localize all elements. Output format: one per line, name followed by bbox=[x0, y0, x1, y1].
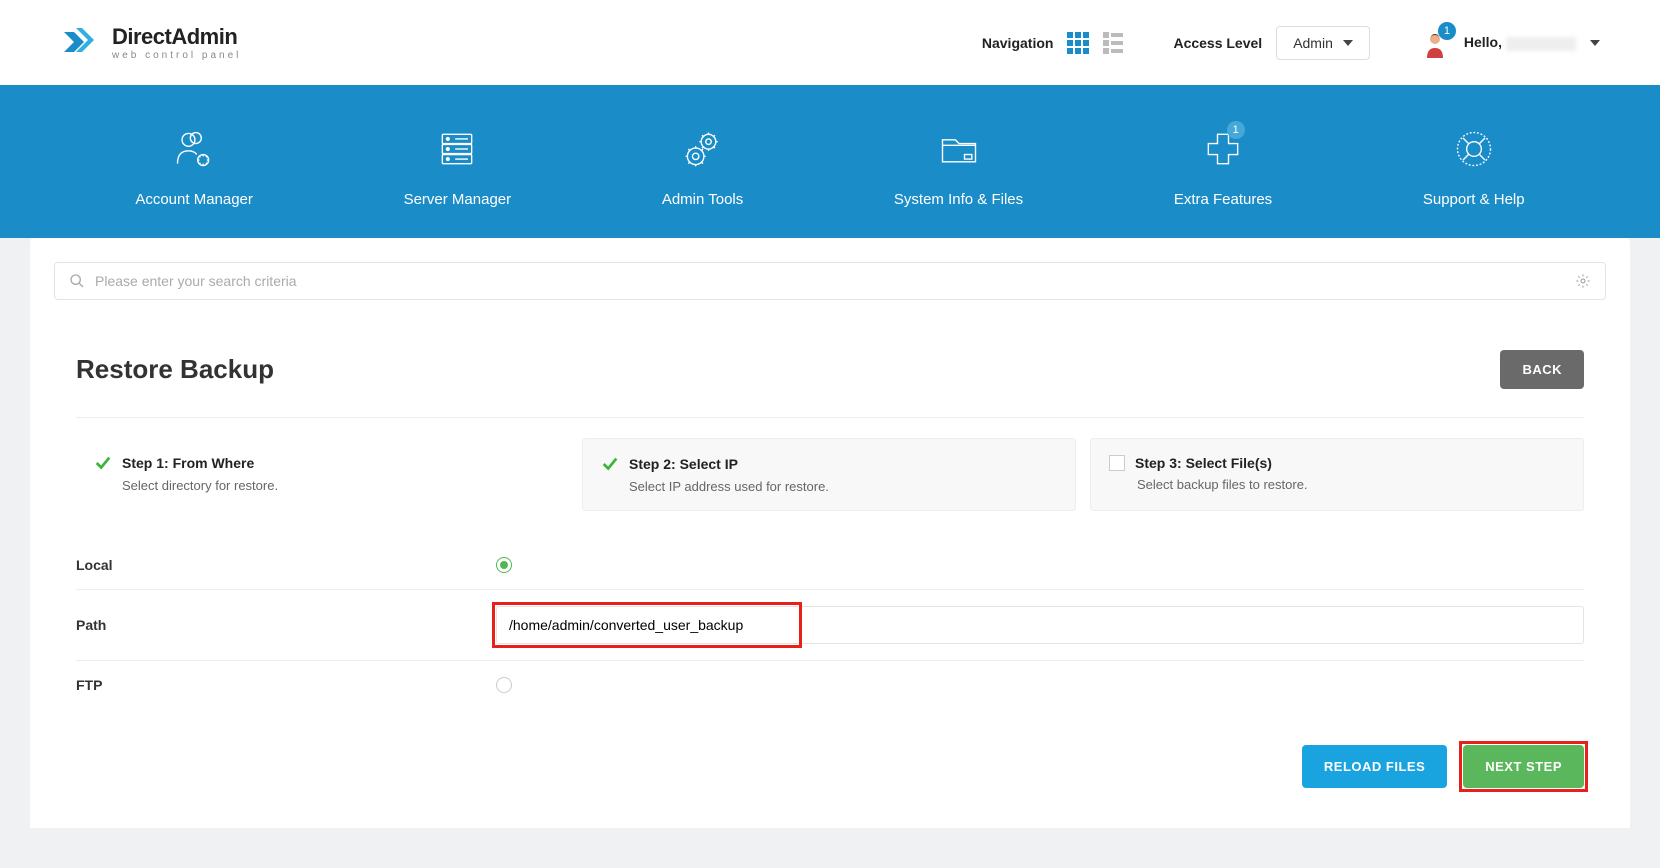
step-1[interactable]: Step 1: From Where Select directory for … bbox=[76, 438, 568, 511]
brand-sub: web control panel bbox=[112, 50, 241, 61]
row-ftp: FTP bbox=[76, 661, 1584, 709]
avatar-badge: 1 bbox=[1438, 22, 1456, 40]
folder-icon bbox=[935, 125, 983, 173]
reload-files-button[interactable]: RELOAD FILES bbox=[1302, 745, 1447, 788]
nav-account-manager[interactable]: Account Manager bbox=[135, 125, 253, 208]
step-3[interactable]: Step 3: Select File(s) Select backup fil… bbox=[1090, 438, 1584, 511]
main-nav-ribbon: Account Manager Server Manager Admin Too… bbox=[0, 85, 1660, 238]
step-2[interactable]: Step 2: Select IP Select IP address used… bbox=[582, 438, 1076, 511]
grid-view-icon[interactable] bbox=[1067, 32, 1089, 54]
check-icon bbox=[94, 454, 112, 472]
step-title: Step 2: Select IP bbox=[629, 456, 738, 472]
access-level: Access Level Admin bbox=[1173, 26, 1369, 60]
row-path: Path bbox=[76, 590, 1584, 661]
navigation-switcher: Navigation bbox=[982, 32, 1124, 54]
hello-text: Hello, bbox=[1464, 34, 1576, 50]
page-title: Restore Backup bbox=[76, 354, 1500, 385]
local-radio[interactable] bbox=[496, 557, 512, 573]
lifebuoy-icon bbox=[1450, 125, 1498, 173]
restore-form: Local Path FTP bbox=[76, 541, 1584, 709]
nav-system-info-files[interactable]: System Info & Files bbox=[894, 125, 1023, 208]
row-local: Local bbox=[76, 541, 1584, 590]
access-level-select[interactable]: Admin bbox=[1276, 26, 1370, 60]
check-icon bbox=[601, 455, 619, 473]
ftp-label: FTP bbox=[76, 677, 496, 693]
step-desc: Select IP address used for restore. bbox=[629, 479, 1057, 494]
nav-label: System Info & Files bbox=[894, 191, 1023, 208]
topbar: DirectAdmin web control panel Navigation… bbox=[0, 0, 1660, 85]
logo-icon bbox=[60, 20, 100, 65]
logo[interactable]: DirectAdmin web control panel bbox=[60, 20, 241, 65]
nav-server-manager[interactable]: Server Manager bbox=[404, 125, 512, 208]
wizard-steps: Step 1: From Where Select directory for … bbox=[76, 417, 1584, 511]
access-level-value: Admin bbox=[1293, 35, 1333, 51]
server-icon bbox=[433, 125, 481, 173]
nav-admin-tools[interactable]: Admin Tools bbox=[662, 125, 743, 208]
list-view-icon[interactable] bbox=[1103, 32, 1123, 54]
user-menu[interactable]: 1 Hello, bbox=[1420, 28, 1600, 58]
ftp-radio[interactable] bbox=[496, 677, 512, 693]
nav-label: Admin Tools bbox=[662, 191, 743, 208]
step-title: Step 3: Select File(s) bbox=[1135, 455, 1272, 471]
navigation-label: Navigation bbox=[982, 35, 1054, 51]
search-icon bbox=[69, 273, 85, 289]
nav-label: Server Manager bbox=[404, 191, 512, 208]
caret-down-icon bbox=[1343, 40, 1353, 46]
unchecked-box-icon bbox=[1109, 455, 1125, 471]
back-button[interactable]: BACK bbox=[1500, 350, 1584, 389]
nav-label: Support & Help bbox=[1423, 191, 1525, 208]
next-step-button[interactable]: NEXT STEP bbox=[1463, 745, 1584, 788]
search-input[interactable] bbox=[95, 273, 1565, 289]
nav-label: Extra Features bbox=[1174, 191, 1272, 208]
users-gear-icon bbox=[170, 125, 218, 173]
nav-badge: 1 bbox=[1227, 121, 1245, 139]
step-title: Step 1: From Where bbox=[122, 455, 254, 471]
access-level-label: Access Level bbox=[1173, 35, 1262, 51]
search-bar[interactable] bbox=[54, 262, 1606, 300]
step-desc: Select backup files to restore. bbox=[1137, 477, 1565, 492]
local-label: Local bbox=[76, 557, 496, 573]
content-area: Restore Backup BACK Step 1: From Where S… bbox=[0, 238, 1660, 868]
brand-name: DirectAdmin bbox=[112, 24, 241, 50]
nav-extra-features[interactable]: 1 Extra Features bbox=[1174, 125, 1272, 208]
step-desc: Select directory for restore. bbox=[122, 478, 550, 493]
path-label: Path bbox=[76, 617, 496, 633]
gears-icon bbox=[679, 125, 727, 173]
nav-label: Account Manager bbox=[135, 191, 253, 208]
username-redacted bbox=[1506, 37, 1576, 51]
gear-icon[interactable] bbox=[1575, 273, 1591, 289]
nav-support-help[interactable]: Support & Help bbox=[1423, 125, 1525, 208]
action-buttons: RELOAD FILES NEXT STEP bbox=[76, 745, 1584, 788]
caret-down-icon bbox=[1590, 40, 1600, 46]
path-input[interactable] bbox=[496, 606, 1584, 644]
